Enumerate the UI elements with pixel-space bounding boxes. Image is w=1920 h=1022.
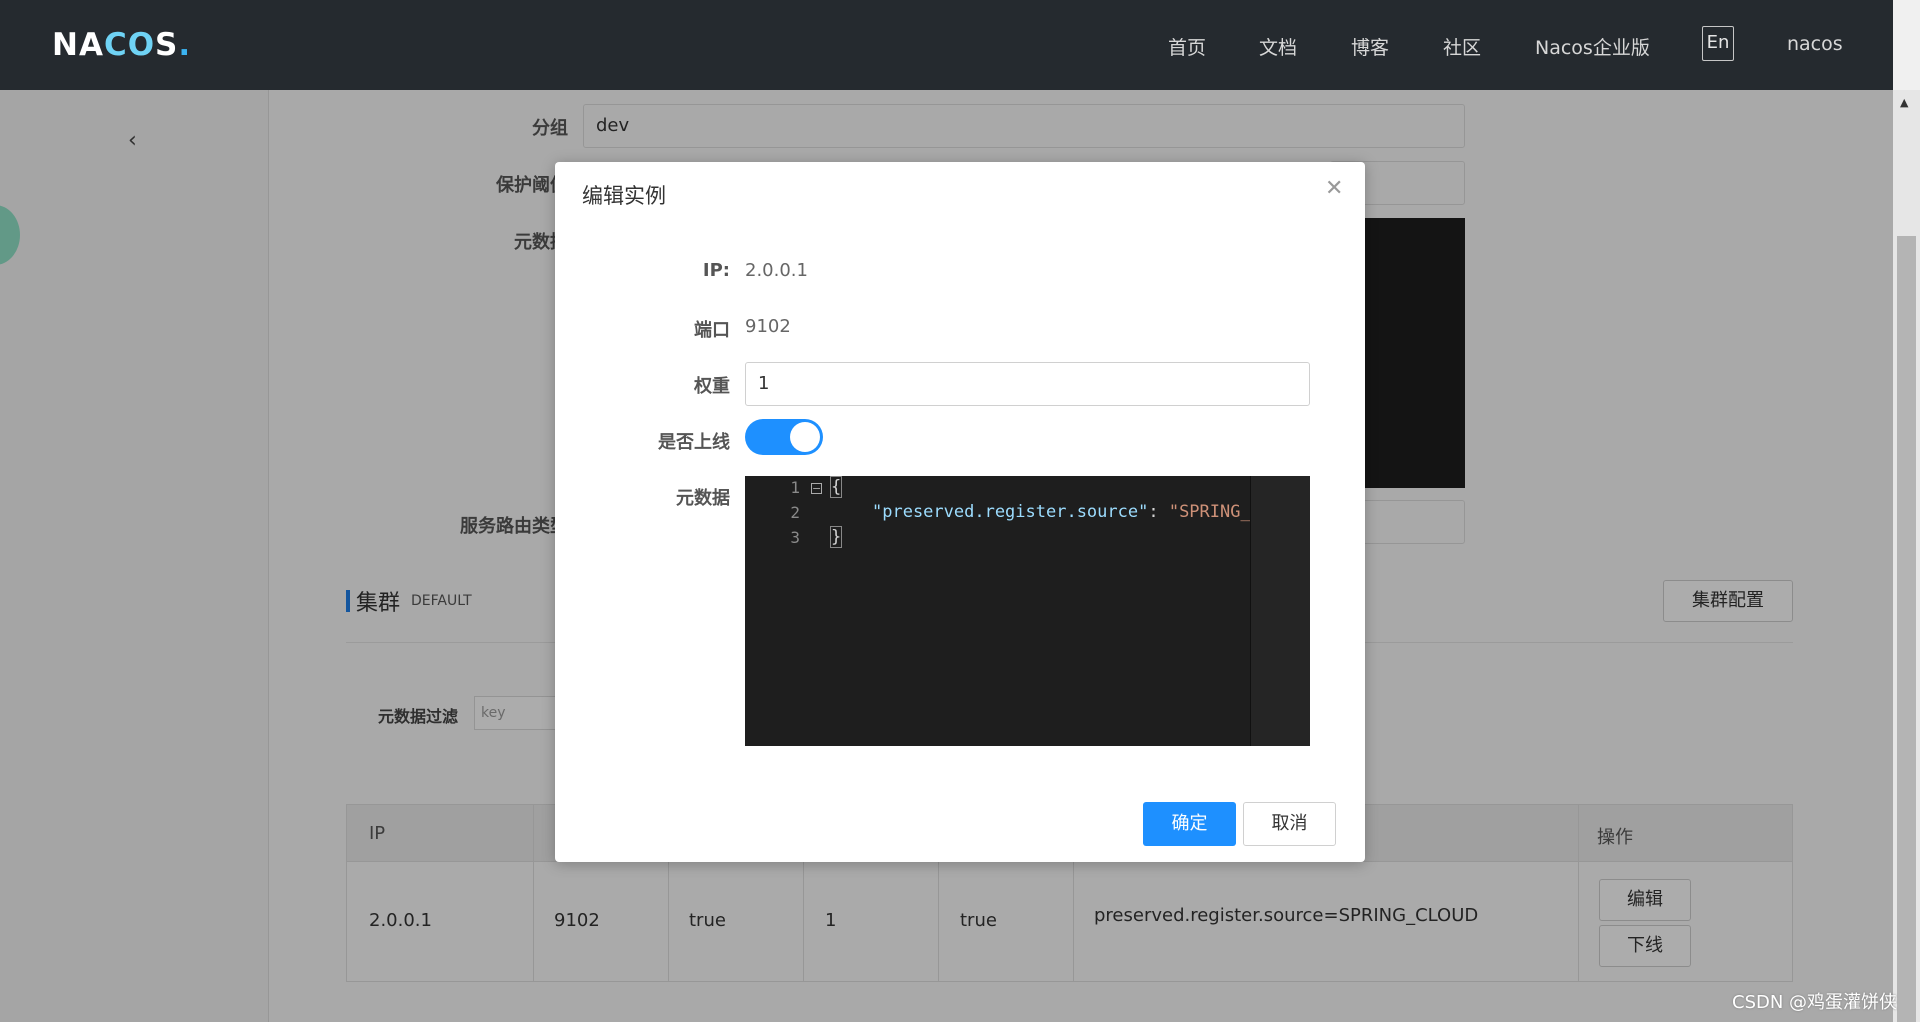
nav-home[interactable]: 首页 [1168,33,1206,60]
csdn-watermark: CSDN @鸡蛋灌饼侠 [1732,992,1898,1013]
weight-label: 权重 [694,376,730,397]
language-switch-button[interactable]: En [1702,26,1734,61]
metadata-label: 元数据 [676,488,730,509]
editor-minimap[interactable] [1250,476,1310,746]
online-toggle[interactable] [745,419,823,455]
line-number: 2 [790,503,800,522]
dialog-title: 编辑实例 [582,184,666,208]
fold-icon[interactable]: − [811,483,822,494]
confirm-button[interactable]: 确定 [1143,802,1236,846]
top-navbar: NACOS. 首页 文档 博客 社区 Nacos企业版 En nacos [0,0,1893,90]
scroll-thumb[interactable] [1897,236,1916,1022]
nacos-logo[interactable]: NACOS. [52,27,191,63]
scroll-up-arrow-icon[interactable]: ▲ [1900,96,1908,109]
nav-blog[interactable]: 博客 [1351,33,1389,60]
nav-enterprise[interactable]: Nacos企业版 [1535,33,1650,60]
code-line-2: "preserved.register.source": "SPRING_ [872,502,1251,522]
code-line-3: } [830,526,843,548]
metadata-json-editor[interactable]: 1 2 3 − { "preserved.register.source": "… [745,476,1310,746]
user-menu[interactable]: nacos [1787,33,1843,55]
line-number: 3 [790,528,800,547]
close-icon[interactable]: ✕ [1325,176,1343,201]
nav-docs[interactable]: 文档 [1259,33,1297,60]
online-label: 是否上线 [658,432,730,453]
code-line-1: { [830,476,843,498]
ip-value: 2.0.0.1 [745,260,808,281]
line-number: 1 [790,478,800,497]
nav-community[interactable]: 社区 [1443,33,1481,60]
port-value: 9102 [745,316,791,337]
page-scrollbar[interactable]: ▲ [1893,90,1920,1022]
ip-label: IP: [702,260,730,281]
edit-instance-dialog: 编辑实例 ✕ IP: 2.0.0.1 端口 9102 权重 1 是否上线 元数据… [555,162,1365,862]
toggle-knob [790,422,820,452]
port-label: 端口 [694,320,730,341]
weight-input[interactable]: 1 [745,362,1310,406]
cancel-button[interactable]: 取消 [1243,802,1336,846]
